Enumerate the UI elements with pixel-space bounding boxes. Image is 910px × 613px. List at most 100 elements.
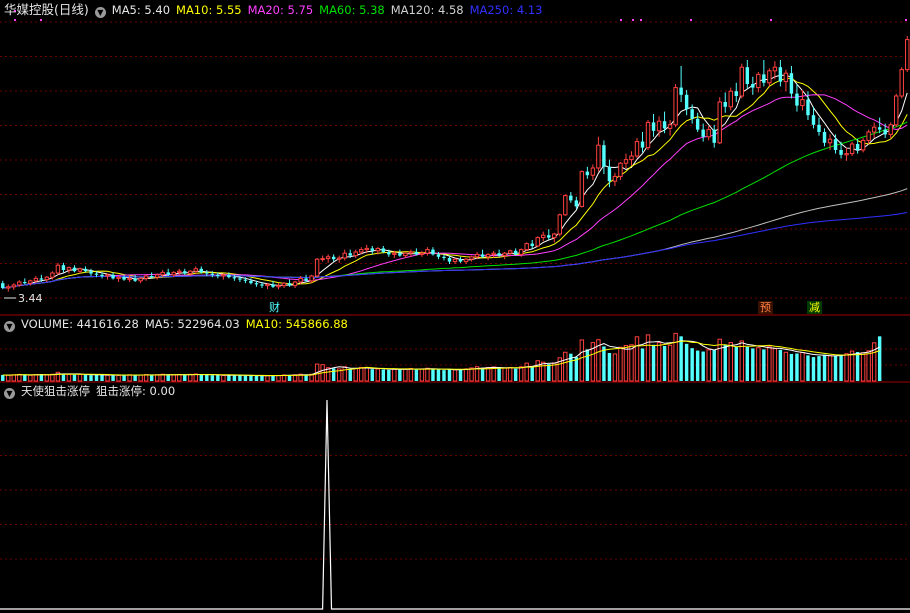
candle — [894, 93, 899, 128]
candle-body — [414, 252, 419, 255]
candle-body — [585, 171, 590, 176]
candle-body — [177, 270, 182, 273]
volume-bar — [44, 374, 50, 382]
candle — [276, 283, 281, 290]
candle-body — [762, 74, 766, 83]
volume-bar — [127, 374, 132, 382]
volume-bar — [154, 374, 160, 382]
volume-bar — [199, 374, 204, 381]
volume-bar — [530, 366, 534, 381]
volume-bar — [535, 360, 540, 382]
volume-bar — [800, 352, 805, 382]
candle-body — [772, 66, 778, 72]
volume-bar — [502, 367, 507, 382]
volume-bar — [849, 350, 855, 382]
candle-body — [795, 93, 799, 106]
candle — [458, 256, 463, 263]
candle-body — [375, 247, 380, 252]
chevron-down-icon[interactable]: ▼ — [94, 7, 106, 18]
stock-title: 华媒控股(日线) — [4, 2, 89, 17]
candle-body — [83, 268, 88, 272]
signal-dot — [640, 19, 642, 21]
volume-bar — [563, 351, 568, 382]
volume-bar — [513, 368, 518, 381]
candle — [61, 262, 66, 273]
stock-chart[interactable] — [0, 0, 910, 613]
candle — [535, 236, 540, 248]
volume-bar — [227, 375, 231, 381]
candle — [314, 258, 320, 278]
candle-body — [800, 99, 805, 107]
volume-bar — [695, 350, 700, 381]
candle — [442, 254, 446, 261]
chevron-down-icon[interactable]: ▼ — [4, 321, 15, 332]
candle — [860, 138, 866, 153]
candle-body — [436, 254, 441, 257]
candle-body — [530, 243, 534, 246]
candle — [221, 273, 226, 280]
volume-bar — [221, 374, 226, 382]
candle — [667, 120, 673, 136]
volume-bar — [205, 374, 209, 381]
event-tag-forecast[interactable]: 预 — [758, 301, 773, 314]
candle-body — [751, 84, 755, 88]
candle-body — [77, 268, 83, 272]
candle — [822, 128, 827, 147]
volume-bar — [133, 375, 137, 381]
volume-bar — [254, 375, 259, 381]
volume-bar — [706, 349, 711, 382]
candle — [579, 170, 585, 208]
candle — [557, 213, 562, 237]
event-tag-finance[interactable]: 财 — [267, 301, 282, 314]
candle — [547, 229, 551, 240]
candle — [469, 255, 474, 262]
candle-body — [883, 129, 887, 135]
candle-body — [535, 237, 540, 247]
volume-bar — [839, 355, 843, 381]
candle-body — [271, 284, 275, 287]
volume-bar — [855, 352, 860, 381]
volume-bar — [751, 348, 755, 381]
candle — [800, 90, 805, 111]
candle — [888, 122, 893, 138]
volume-bar — [833, 355, 838, 381]
candle — [612, 172, 618, 186]
ma120-line — [2, 188, 908, 289]
chevron-down-icon[interactable]: ▼ — [4, 388, 15, 399]
candle-body — [524, 243, 529, 251]
candle-body — [640, 141, 645, 148]
candle-body — [116, 276, 121, 279]
candle-body — [105, 274, 110, 277]
candle — [695, 112, 700, 132]
volume-bar — [871, 342, 877, 382]
candle — [419, 250, 425, 257]
candle — [905, 36, 910, 72]
candle — [673, 84, 678, 128]
volume-bar — [789, 353, 794, 381]
candle-body — [122, 277, 126, 280]
candle — [431, 247, 435, 256]
candle-body — [28, 280, 33, 284]
ma10-line — [2, 77, 908, 289]
volume-bar — [701, 351, 705, 381]
candle — [398, 249, 402, 257]
volume-bar — [89, 375, 93, 381]
candle-body — [833, 139, 838, 150]
candle — [623, 153, 629, 168]
candle-body — [353, 251, 358, 257]
volume-bar — [122, 375, 126, 381]
candle-body — [292, 281, 298, 287]
volume-bar — [491, 366, 496, 382]
volume-bar — [497, 368, 501, 381]
candle-body — [381, 248, 386, 252]
event-tag-reduce[interactable]: 减 — [807, 301, 822, 314]
candle — [265, 283, 270, 290]
volume-bar — [398, 369, 402, 381]
volume-bar — [585, 349, 590, 381]
candle-body — [199, 268, 204, 273]
volume-bar — [817, 356, 821, 381]
candle — [844, 147, 849, 161]
volume-bar — [795, 353, 799, 381]
candle-body — [403, 252, 408, 257]
volume-bar — [431, 369, 435, 381]
